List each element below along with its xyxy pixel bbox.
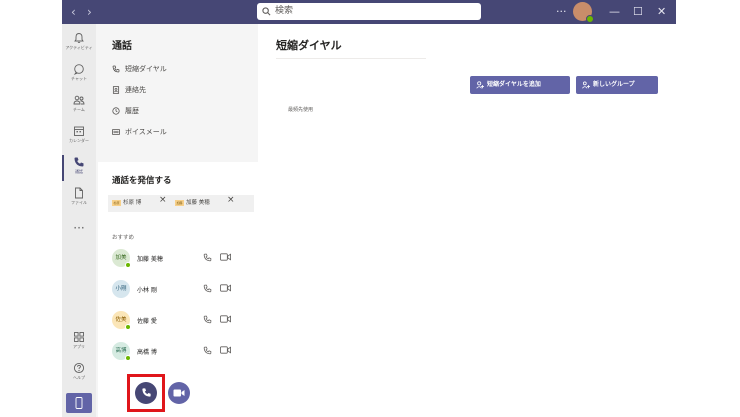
rail-label: アプリ [73,344,85,349]
search-icon [262,7,271,16]
video-camera-icon[interactable] [220,253,231,261]
new-group-button[interactable]: 新しいグループ [576,76,658,94]
nav-label: 短縮ダイヤル [125,65,167,73]
voicemail-icon [112,129,120,135]
rail-label: 通話 [75,169,83,174]
maximize-button[interactable]: ☐ [633,4,643,20]
rail-label: アクティビティ [65,45,93,50]
rail-label: チャット [71,76,87,81]
user-avatar[interactable] [573,2,594,23]
contact-name: 加藤 美穂 [137,256,163,263]
remove-recipient-icon[interactable]: × [159,195,167,206]
recipient-chip: 加藤 加藤 美穂 [175,198,210,209]
rail-item-calls[interactable]: 通話 [62,153,96,183]
phone-icon[interactable] [203,346,212,355]
start-call-button[interactable] [135,382,157,404]
calls-pane-title: 通話 [112,41,132,52]
suggested-heading: おすすめ [112,235,135,241]
frequent-contacts-label: 最頻先使用 [288,107,314,113]
phone-icon [74,157,84,167]
rail-item-help[interactable]: ヘルプ [62,359,96,389]
calls-left-pane: 通話 短縮ダイヤル 連絡先 履歴 ボイスメール 通話を発信する 杉原 杉原 博 × [96,24,258,417]
rail-item-calendar[interactable]: カレンダー [62,122,96,152]
close-button[interactable]: ✕ [657,4,666,20]
more-options-icon[interactable]: ··· [556,4,567,20]
mobile-app-button[interactable] [66,393,92,413]
chat-icon [73,64,84,75]
phone-icon [141,388,151,397]
remove-recipient-icon[interactable]: × [227,195,235,206]
search-input[interactable]: 検索 [257,3,481,20]
nav-label: 履歴 [125,107,139,115]
title-divider [276,58,426,59]
video-camera-icon[interactable] [220,346,231,354]
presence-available-icon [125,324,131,330]
rail-label: カレンダー [69,138,89,143]
contact-name: 小林 剛 [137,287,157,294]
make-call-title: 通話を発信する [112,176,172,186]
add-group-icon [582,81,590,89]
title-bar: ‹ › 検索 ··· — ☐ ✕ [62,0,676,24]
calendar-icon [74,126,84,136]
nav-label: ボイスメール [125,128,167,136]
rail-item-apps[interactable]: アプリ [62,328,96,358]
file-icon [75,187,83,199]
add-speed-dial-button[interactable]: 短縮ダイヤルを追加 [470,76,570,94]
suggested-contact-row[interactable]: 高博 高橋 博 [112,341,252,363]
presence-available-icon [125,355,131,361]
contact-name: 高橋 博 [137,349,157,356]
make-call-panel: 通話を発信する 杉原 杉原 博 × 加藤 加藤 美穂 × おすすめ 加美 加藤 美穂小… [98,162,258,417]
help-icon [73,362,85,374]
phone-icon[interactable] [203,253,212,262]
contacts-icon [112,86,120,94]
back-arrow-icon[interactable]: ‹ [71,4,76,20]
nav-label: 連絡先 [125,86,146,94]
rail-item-teams[interactable]: チーム [62,91,96,121]
rail-label: ヘルプ [73,375,85,380]
speed-dial-icon [112,65,120,73]
forward-arrow-icon[interactable]: › [87,4,92,20]
suggested-contact-row[interactable]: 佐美 佐藤 愛 [112,310,252,332]
rail-label: ファイル [71,200,87,205]
phone-icon[interactable] [203,315,212,324]
rail-item-chat[interactable]: チャット [62,60,96,90]
recipient-chip: 杉原 杉原 博 [112,198,141,209]
chip-avatar: 加藤 [175,199,184,206]
minimize-button[interactable]: — [609,4,620,20]
apps-icon [74,332,84,342]
video-camera-icon [173,389,185,397]
bell-icon [74,33,84,44]
start-video-call-button[interactable] [168,382,190,404]
more-apps-icon[interactable]: ··· [62,221,96,235]
phone-icon[interactable] [203,284,212,293]
history-icon [112,107,120,115]
avatar: 小剛 [112,280,130,298]
video-camera-icon[interactable] [220,284,231,292]
suggested-contact-row[interactable]: 加美 加藤 美穂 [112,248,252,270]
speed-dial-main: 短縮ダイヤル 短縮ダイヤルを追加 新しいグループ 最頻先使用 [258,24,676,417]
recipient-input[interactable]: 杉原 杉原 博 × 加藤 加藤 美穂 × [108,195,254,212]
video-camera-icon[interactable] [220,315,231,323]
add-person-icon [476,81,484,89]
rail-item-files[interactable]: ファイル [62,184,96,214]
suggested-contact-row[interactable]: 小剛 小林 剛 [112,279,252,301]
presence-available-icon [125,262,131,268]
rail-label: チーム [73,107,85,112]
mobile-phone-icon [75,397,83,409]
chip-avatar: 杉原 [112,199,121,206]
teams-window: ‹ › 検索 ··· — ☐ ✕ アクティビティ チャット チーム カレンダー [62,0,676,417]
search-placeholder: 検索 [275,6,294,16]
chip-name: 加藤 美穂 [186,200,210,206]
contact-name: 佐藤 愛 [137,318,157,325]
app-rail: アクティビティ チャット チーム カレンダー 通話 ファイル ··· アプリ ヘ… [62,24,96,417]
rail-item-activity[interactable]: アクティビティ [62,29,96,59]
page-title: 短縮ダイヤル [276,39,342,52]
chip-name: 杉原 博 [123,200,142,206]
teams-icon [73,95,85,105]
